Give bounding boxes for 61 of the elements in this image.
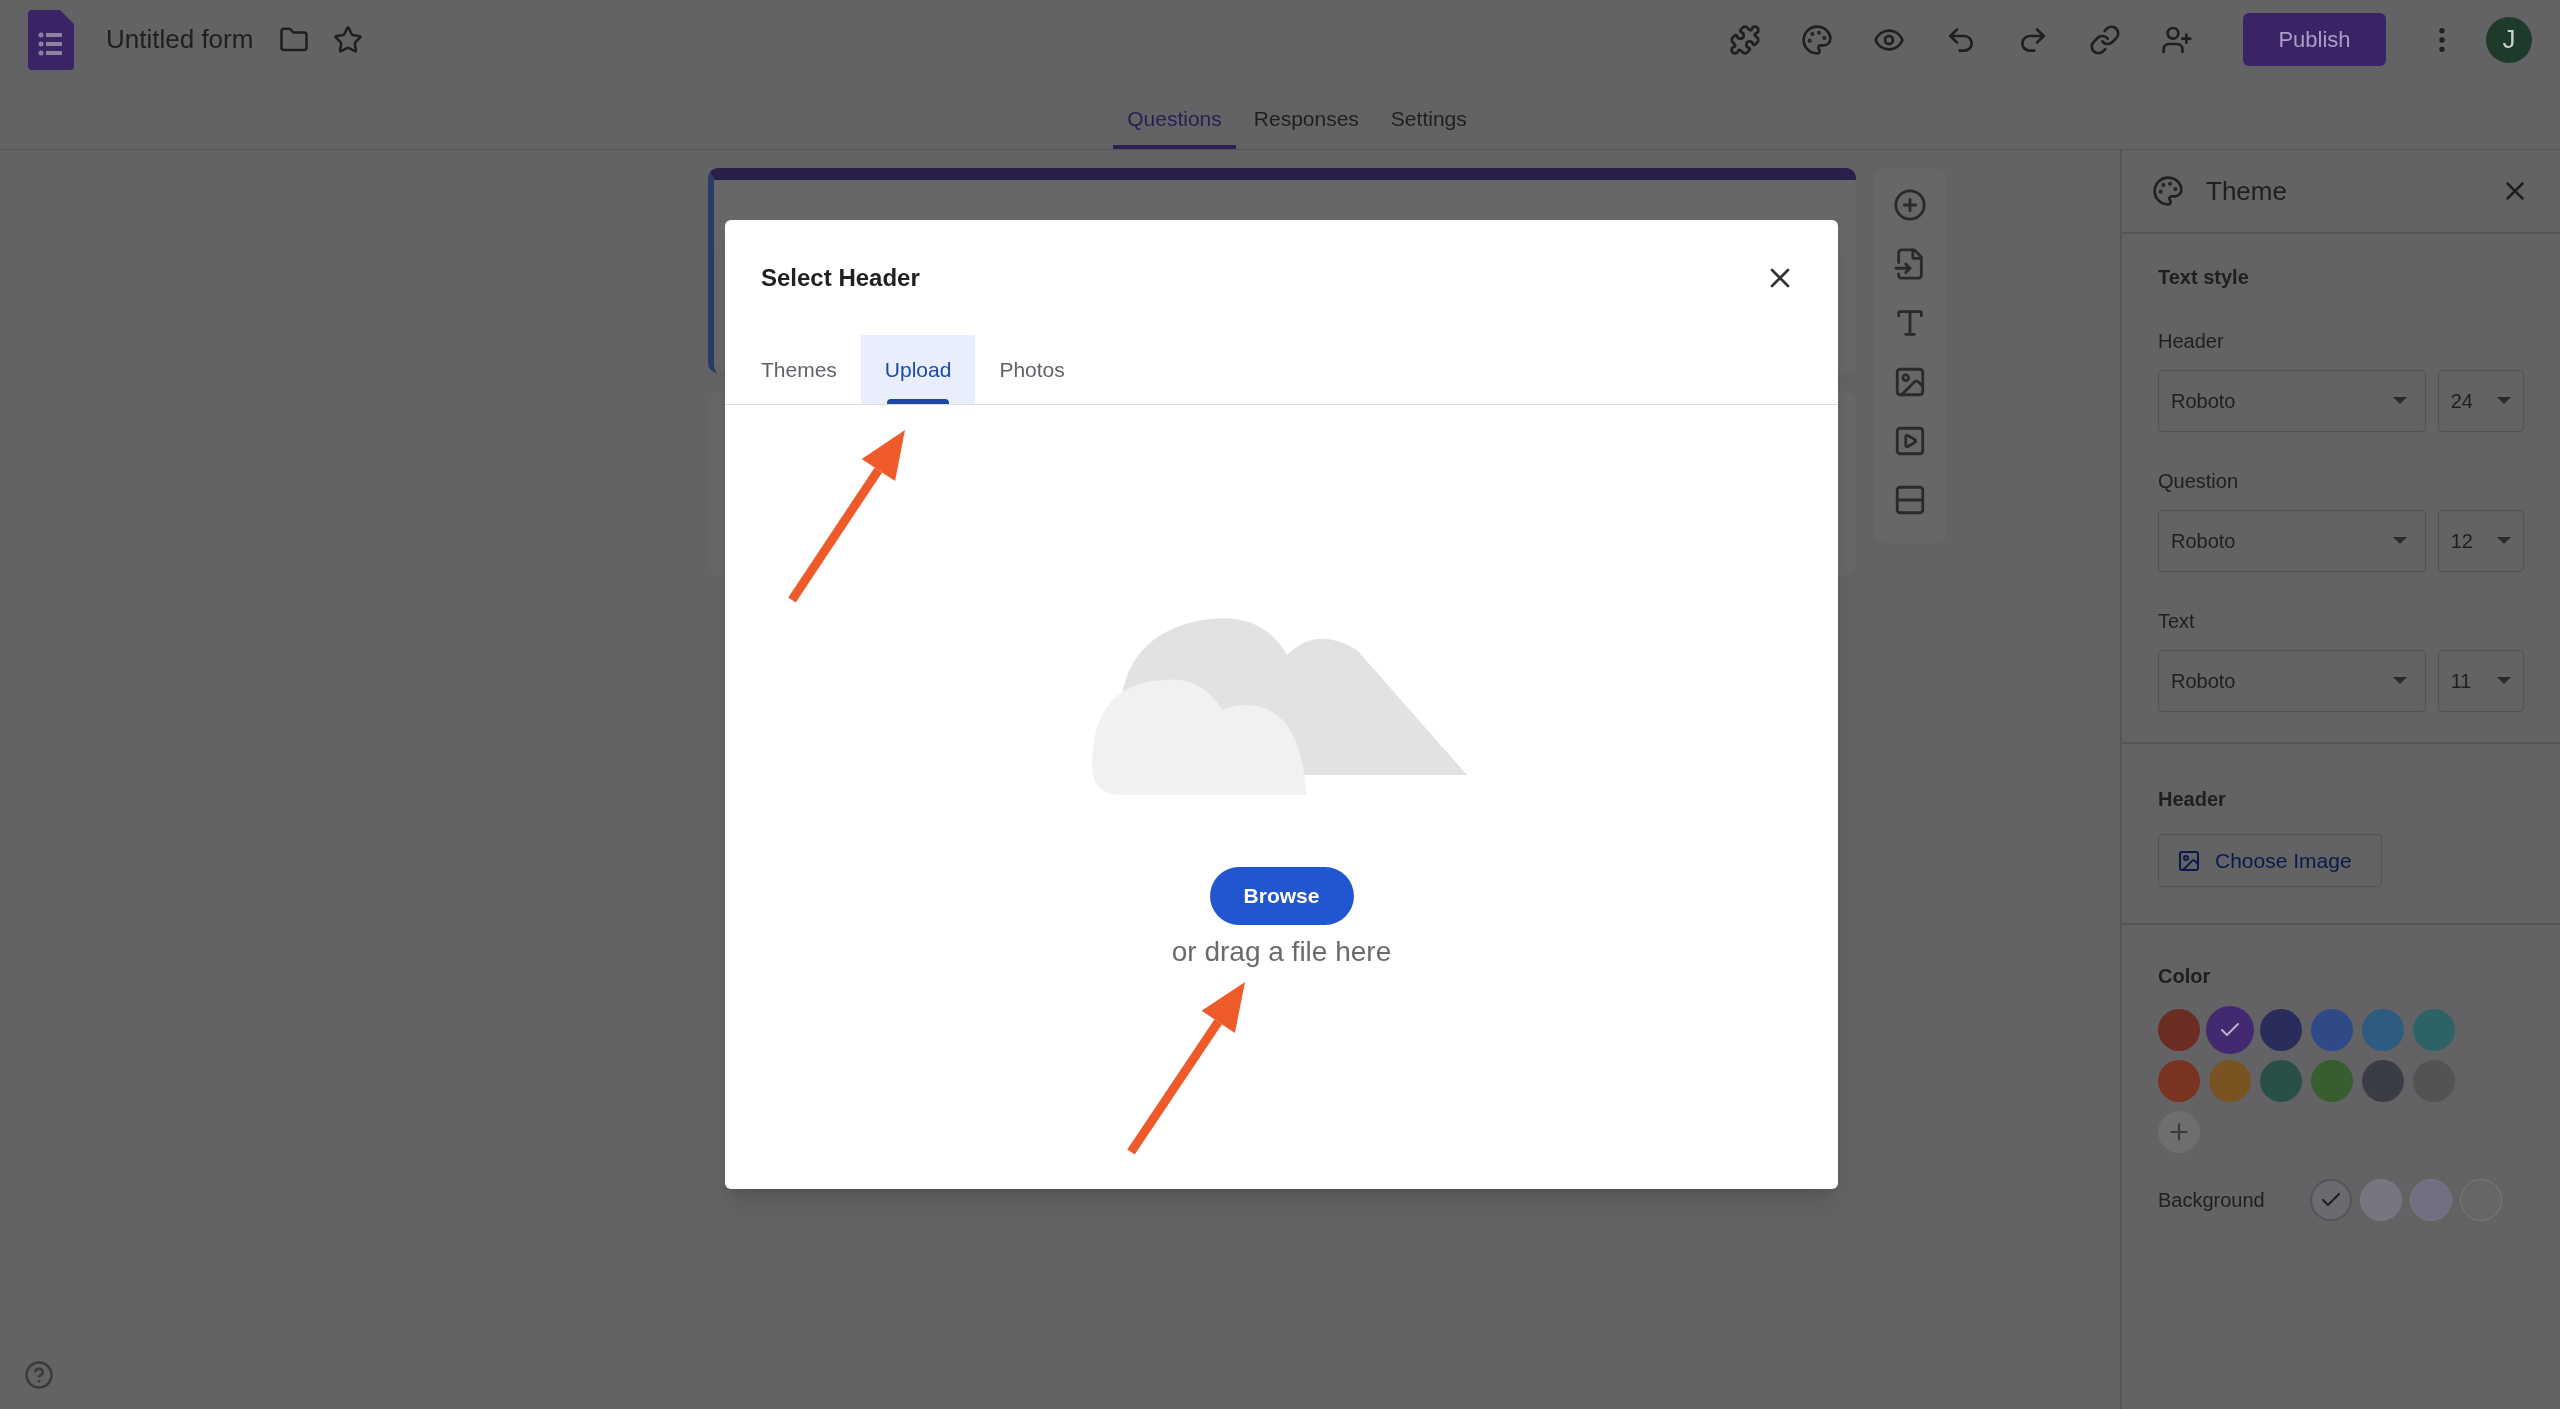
font-dropdown[interactable]: Roboto — [2158, 510, 2426, 572]
color-swatch[interactable] — [2260, 1060, 2302, 1102]
choose-image-button[interactable]: Choose Image — [2158, 834, 2382, 887]
font-dropdown[interactable]: Roboto — [2158, 650, 2426, 712]
palette-icon — [2152, 175, 2184, 207]
background-swatch[interactable] — [2360, 1179, 2402, 1221]
publish-button[interactable]: Publish — [2243, 13, 2386, 66]
nav-tab[interactable]: Settings — [1376, 79, 1481, 149]
size-dropdown[interactable]: 11 — [2437, 650, 2524, 712]
image-icon — [2177, 848, 2201, 873]
panel-title: Theme — [2206, 174, 2287, 208]
caret-icon — [2392, 397, 2407, 405]
form-title[interactable]: Untitled form — [106, 20, 254, 59]
color-swatch[interactable] — [2158, 1060, 2200, 1102]
field-label: Text — [2158, 609, 2196, 634]
color-swatch[interactable] — [2362, 1009, 2404, 1051]
avatar[interactable]: J — [2486, 16, 2532, 63]
drag-hint: or drag a file here — [1171, 935, 1392, 969]
background-swatch[interactable] — [2310, 1179, 2352, 1221]
forms-logo — [28, 9, 74, 70]
star-icon[interactable] — [333, 24, 364, 55]
help-icon[interactable] — [24, 1360, 54, 1390]
size-dropdown[interactable]: 24 — [2437, 370, 2524, 432]
color-swatch[interactable] — [2311, 1009, 2353, 1051]
field-label: Header — [2158, 329, 2225, 354]
caret-icon — [2497, 397, 2511, 405]
browse-button[interactable]: Browse — [1209, 867, 1354, 925]
color-swatch[interactable] — [2311, 1060, 2353, 1102]
caret-icon — [2497, 677, 2511, 685]
caret-icon — [2392, 537, 2407, 545]
color-swatch[interactable] — [2362, 1060, 2404, 1102]
section-icon[interactable] — [1893, 483, 1927, 517]
color-swatch[interactable] — [2206, 1006, 2254, 1054]
background-swatch[interactable] — [2460, 1179, 2502, 1221]
color-swatch[interactable] — [2413, 1009, 2455, 1051]
link-icon[interactable] — [2089, 23, 2121, 56]
field-label: Question — [2158, 469, 2240, 494]
section-heading: Header — [2158, 787, 2227, 812]
dialog-title: Select Header — [761, 262, 920, 293]
caret-icon — [2497, 537, 2511, 545]
dialog-tab[interactable]: Photos — [975, 335, 1089, 404]
palette-icon[interactable] — [1801, 23, 1833, 56]
color-swatch[interactable] — [2158, 1009, 2200, 1051]
image-icon[interactable] — [1893, 365, 1927, 399]
background-swatch[interactable] — [2410, 1179, 2452, 1221]
add-color-button[interactable] — [2158, 1111, 2200, 1153]
dialog-tab[interactable]: Upload — [860, 335, 976, 404]
section-heading: Text style — [2158, 265, 2250, 290]
nav-tab[interactable]: Responses — [1239, 79, 1373, 149]
field-label: Background — [2158, 1188, 2266, 1213]
font-dropdown[interactable]: Roboto — [2158, 370, 2426, 432]
video-icon[interactable] — [1893, 424, 1927, 458]
add-icon[interactable] — [1893, 188, 1927, 222]
caret-icon — [2392, 677, 2407, 685]
puzzle-icon[interactable] — [1729, 23, 1761, 56]
size-dropdown[interactable]: 12 — [2437, 510, 2524, 572]
dialog-tab[interactable]: Themes — [737, 335, 861, 404]
nav-tab[interactable]: Questions — [1113, 79, 1236, 149]
color-swatch[interactable] — [2209, 1060, 2251, 1102]
section-heading: Color — [2158, 964, 2212, 989]
color-swatch[interactable] — [2260, 1009, 2302, 1051]
